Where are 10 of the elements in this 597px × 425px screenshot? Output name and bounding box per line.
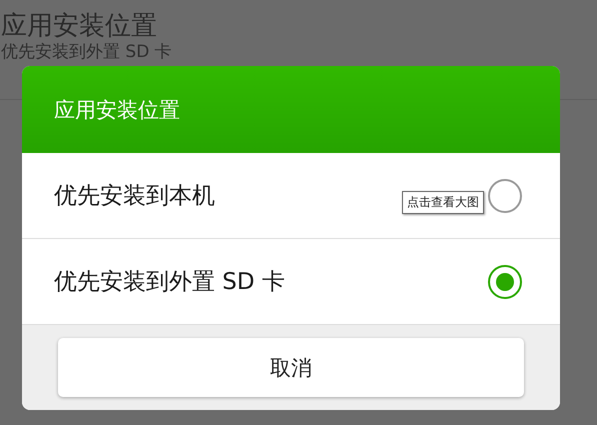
option-label: 优先安装到本机 <box>54 182 215 211</box>
tooltip: 点击查看大图 <box>402 191 484 214</box>
option-label: 优先安装到外置 SD 卡 <box>54 268 285 297</box>
cancel-button[interactable]: 取消 <box>58 338 524 397</box>
radio-button[interactable] <box>488 178 522 212</box>
radio-button[interactable] <box>488 264 522 298</box>
page-title: 应用安装位置 <box>1 10 158 42</box>
dialog-title: 应用安装位置 <box>54 96 180 124</box>
setting-value: 优先安装到外置 SD 卡 <box>1 42 173 63</box>
option-row[interactable]: 优先安装到本机 点击查看大图 <box>22 153 560 239</box>
